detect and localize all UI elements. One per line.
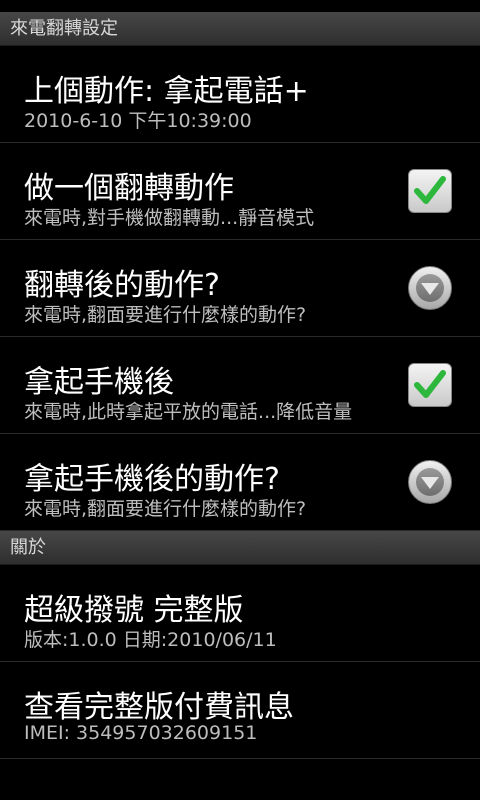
pref-after-flip-action[interactable]: 翻轉後的動作? 來電時,翻面要進行什麼樣的動作? (0, 240, 480, 337)
pref-flip-action[interactable]: 做一個翻轉動作 來電時,對手機做翻轉動...靜音模式 (0, 143, 480, 240)
pref-after-pickup-action[interactable]: 拿起手機後的動作? 來電時,翻面要進行什麼樣的動作? (0, 434, 480, 531)
after-flip-dropdown-button[interactable] (408, 266, 452, 310)
settings-section-about: 關於 超級撥號 完整版 版本:1.0.0 日期:2010/06/11 查看完整版… (0, 531, 480, 759)
checkmark-icon (414, 176, 446, 204)
pref-last-action[interactable]: 上個動作: 拿起電話+ 2010-6-10 下午10:39:00 (0, 46, 480, 143)
flip-checkbox[interactable] (408, 169, 452, 213)
pref-title: 超級撥號 完整版 (24, 593, 244, 628)
pref-summary: 來電時,對手機做翻轉動...靜音模式 (24, 207, 315, 229)
pref-summary: 來電時,此時拿起平放的電話...降低音量 (24, 401, 353, 423)
pref-title: 拿起手機後 (24, 365, 174, 400)
pref-summary: 2010-6-10 下午10:39:00 (24, 110, 252, 132)
status-bar (0, 0, 480, 12)
pref-summary: 版本:1.0.0 日期:2010/06/11 (24, 629, 277, 651)
pref-title: 上個動作: 拿起電話+ (24, 74, 309, 109)
pickup-checkbox[interactable] (408, 363, 452, 407)
pref-title: 拿起手機後的動作? (24, 462, 280, 497)
pref-full-version-info[interactable]: 查看完整版付費訊息 IMEI: 354957032609151 (0, 662, 480, 759)
pref-title: 做一個翻轉動作 (24, 171, 234, 206)
chevron-down-icon (421, 477, 439, 489)
pref-title: 翻轉後的動作? (24, 268, 220, 303)
pref-app-version[interactable]: 超級撥號 完整版 版本:1.0.0 日期:2010/06/11 (0, 565, 480, 662)
pref-summary: 來電時,翻面要進行什麼樣的動作? (24, 498, 307, 520)
after-pickup-dropdown-button[interactable] (408, 460, 452, 504)
chevron-down-icon (421, 283, 439, 295)
pref-summary: IMEI: 354957032609151 (24, 722, 258, 744)
section-header-about: 關於 (0, 531, 480, 565)
settings-section-flip: 來電翻轉設定 上個動作: 拿起電話+ 2010-6-10 下午10:39:00 … (0, 12, 480, 531)
pref-summary: 來電時,翻面要進行什麼樣的動作? (24, 304, 307, 326)
pref-title: 查看完整版付費訊息 (24, 690, 294, 725)
section-header-flip-settings: 來電翻轉設定 (0, 12, 480, 46)
checkmark-icon (414, 370, 446, 398)
pref-pickup-phone[interactable]: 拿起手機後 來電時,此時拿起平放的電話...降低音量 (0, 337, 480, 434)
